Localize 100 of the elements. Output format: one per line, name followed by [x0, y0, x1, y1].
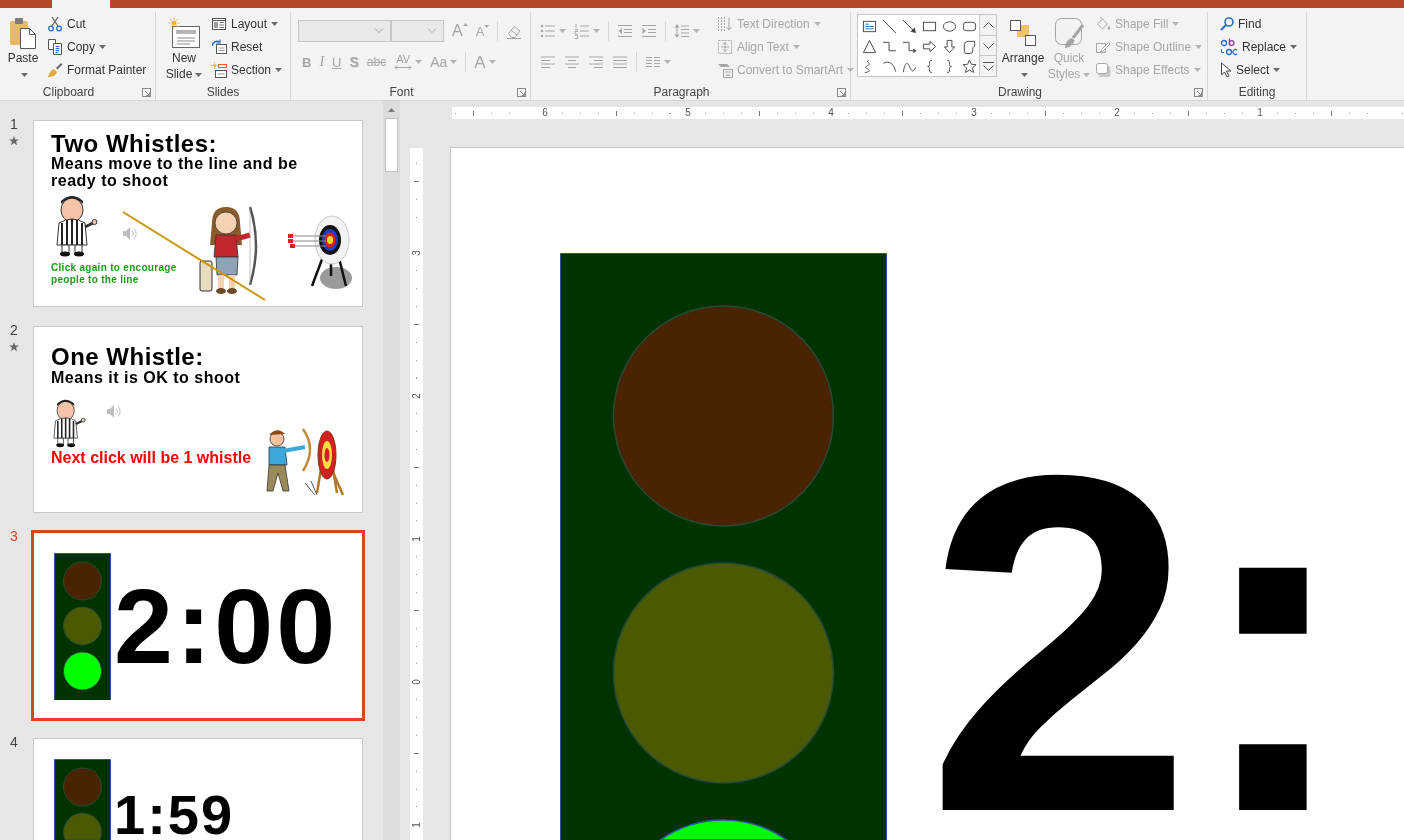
increase-indent-icon — [641, 23, 657, 39]
paint-bucket-icon — [1095, 15, 1111, 32]
find-button[interactable]: Find — [1217, 12, 1265, 35]
triangle-shape-icon[interactable] — [861, 38, 877, 54]
paintbrush-icon — [47, 61, 63, 78]
section-button[interactable]: Section — [208, 58, 286, 81]
cut-button[interactable]: Cut — [44, 12, 89, 35]
clipboard-icon — [9, 17, 37, 49]
slide-thumbnail[interactable]: Two Whistles: Means move to the line and be ready to shoot Click again to encourage people to the line — [33, 120, 363, 307]
columns-icon — [645, 54, 661, 70]
slide-note: Click again to encourage people to the line — [51, 262, 178, 286]
justify-icon — [612, 54, 628, 70]
speaker-icon — [122, 226, 138, 241]
text-direction-icon — [717, 15, 733, 32]
group-label: Editing — [1238, 85, 1276, 99]
group-label: Font — [389, 85, 414, 99]
text-box-shape-icon[interactable] — [861, 18, 877, 34]
search-icon — [1220, 16, 1234, 31]
group-label: Slides — [206, 85, 240, 99]
dialog-launcher-icon[interactable] — [142, 87, 151, 97]
copy-icon — [47, 38, 63, 55]
dialog-launcher-icon[interactable] — [1194, 87, 1203, 97]
timer-text: 2:00 — [114, 573, 339, 679]
arrow-shape-icon[interactable] — [901, 18, 917, 34]
align-center-icon — [564, 54, 580, 70]
replace-button[interactable]: Replace — [1217, 35, 1301, 58]
reset-icon — [211, 38, 227, 55]
expand-icon — [982, 61, 994, 71]
speaker-icon — [106, 404, 122, 419]
slide-thumbnail[interactable]: 2:00 — [33, 532, 363, 719]
group-label: Paragraph — [653, 85, 710, 99]
slide-note: Next click will be 1 whistle — [51, 450, 252, 466]
down-arrow-shape-icon[interactable] — [941, 38, 957, 54]
dialog-launcher-icon[interactable] — [837, 87, 846, 97]
align-left-icon — [540, 54, 556, 70]
ruler-number: 2 — [1113, 107, 1121, 119]
down-triangle-icon — [484, 24, 490, 28]
slide-number: 3 — [10, 528, 18, 544]
arc-shape-icon[interactable] — [881, 58, 897, 74]
timer-text: 1:59 — [114, 793, 235, 838]
brush-square-icon — [1054, 17, 1084, 49]
shadowed-square-icon — [1095, 61, 1111, 78]
format-painter-button[interactable]: Format Painter — [44, 58, 150, 81]
ruler-number: 5 — [684, 107, 692, 119]
chevron-down-icon — [982, 42, 994, 49]
align-text-icon — [717, 38, 733, 55]
new-slide-icon — [168, 17, 200, 49]
ruler-number: 1 — [410, 821, 423, 829]
scissors-icon — [47, 15, 63, 32]
right-arrow-shape-icon[interactable] — [921, 38, 937, 54]
bullet-list-icon — [540, 23, 556, 39]
scrollbar-thumb[interactable] — [385, 118, 398, 172]
dialog-launcher-icon[interactable] — [517, 87, 526, 97]
ruler-number: 0 — [410, 678, 423, 686]
eraser-icon — [506, 23, 523, 39]
slide-title: One Whistle: — [51, 345, 204, 369]
chevron-up-icon — [982, 21, 994, 28]
line-spacing-icon — [674, 23, 690, 39]
reset-button[interactable]: Reset — [208, 35, 266, 58]
smartart-icon — [717, 61, 733, 78]
slide-subtitle: Means move to the line and be ready to shoot — [51, 155, 299, 189]
ruler-number: 4 — [827, 107, 835, 119]
layout-button[interactable]: Layout — [208, 12, 282, 35]
ruler-number: 1 — [410, 535, 423, 543]
pointer-icon — [1220, 61, 1232, 78]
numbered-list-icon — [574, 23, 590, 39]
replace-icon — [1220, 37, 1238, 56]
ruler-number: 1 — [1256, 107, 1264, 119]
up-triangle-icon — [462, 23, 468, 26]
double-arrow-icon — [394, 65, 413, 70]
paste-button[interactable]: Paste — [2, 12, 44, 82]
layout-icon — [211, 15, 227, 32]
slide-thumbnail[interactable]: 1:59 — [33, 738, 363, 840]
copy-button[interactable]: Copy — [44, 35, 109, 58]
ruler-number: 6 — [541, 107, 549, 119]
group-label: Clipboard — [42, 85, 95, 99]
new-slide-button[interactable]: New Slide — [160, 12, 208, 82]
ruler-number: 3 — [970, 107, 978, 119]
line-shape-icon[interactable] — [881, 18, 897, 34]
star-shape-icon[interactable] — [961, 58, 977, 74]
referee-drawing — [50, 397, 86, 448]
section-icon — [211, 61, 227, 78]
timer-text: 2: — [926, 464, 1353, 824]
slide-number: 4 — [10, 734, 18, 750]
overlapping-squares-icon — [1009, 19, 1037, 47]
freeform-shape-icon[interactable] — [961, 38, 977, 54]
oval-shape-icon[interactable] — [941, 18, 957, 34]
ruler-number: 3 — [410, 249, 423, 257]
arrange-button[interactable]: Arrange — [1000, 12, 1046, 82]
group-label: Drawing — [998, 85, 1042, 99]
select-button[interactable]: Select — [1217, 58, 1284, 81]
slide-number: 2 — [10, 322, 18, 338]
slide-subtitle: Means it is OK to shoot — [51, 369, 241, 386]
up-triangle-icon — [388, 107, 395, 112]
slide-thumbnail[interactable]: One Whistle: Means it is OK to shoot Next click will be 1 whistle — [33, 326, 363, 513]
decrease-indent-icon — [617, 23, 633, 39]
ruler-number: 2 — [410, 392, 423, 400]
align-right-icon — [588, 54, 604, 70]
slide-title: Two Whistles: — [51, 132, 218, 156]
slide-number: 1 — [10, 116, 18, 132]
